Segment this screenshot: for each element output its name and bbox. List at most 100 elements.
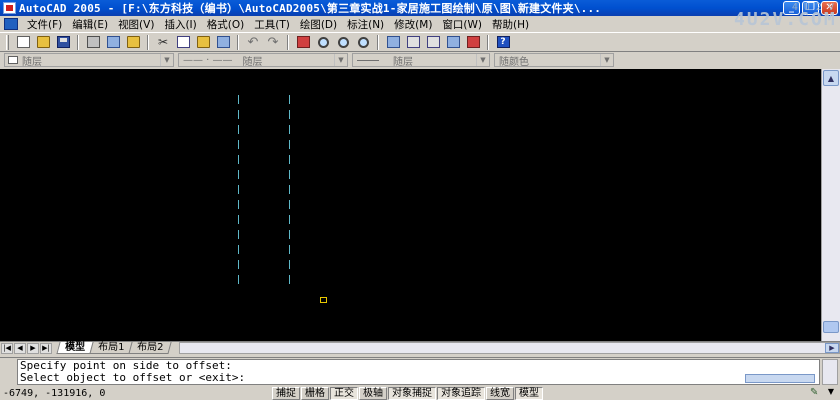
lineweight-value: 随层 [393, 56, 413, 68]
publish-button[interactable] [123, 34, 143, 51]
match-properties-button[interactable] [213, 34, 233, 51]
toolbar-separator [487, 34, 489, 50]
dbconnect-button[interactable] [443, 34, 463, 51]
print-icon [86, 36, 100, 48]
scroll-thumb[interactable] [823, 321, 839, 333]
menu-insert[interactable]: 插入(I) [159, 17, 201, 32]
last-tab-button[interactable]: ▶| [40, 342, 52, 354]
dbconnect-icon [446, 36, 460, 48]
window-title: AutoCAD 2005 - [F:\东方科技（编书）\AutoCAD2005\… [19, 2, 602, 15]
cut-button[interactable]: ✂ [153, 34, 173, 51]
chevron-down-icon[interactable]: ▼ [600, 54, 613, 66]
tool-palettes-button[interactable] [423, 34, 443, 51]
menu-view[interactable]: 视图(V) [113, 17, 159, 32]
menu-help[interactable]: 帮助(H) [487, 17, 534, 32]
polar-toggle[interactable]: 极轴 [359, 386, 387, 400]
zoom-realtime-button[interactable] [313, 34, 333, 51]
chevron-down-icon[interactable]: ▼ [334, 54, 347, 66]
tab-model[interactable]: 模型 [56, 342, 94, 354]
chevron-down-icon[interactable]: ▼ [476, 54, 489, 66]
horizontal-scrollbar[interactable]: ▶ [178, 342, 840, 354]
zoom-window-icon [337, 36, 349, 48]
drawing-canvas[interactable] [0, 69, 821, 341]
new-button[interactable] [13, 34, 33, 51]
undo-button[interactable]: ↶ [243, 34, 263, 51]
coordinate-readout[interactable]: -6749, -131916, 0 [0, 388, 272, 399]
open-button[interactable] [33, 34, 53, 51]
layer-combo[interactable]: 随层 ▼ [4, 53, 174, 68]
scroll-up-button[interactable]: ▲ [823, 70, 839, 86]
tab-layout1-label: 布局1 [98, 342, 125, 353]
ortho-toggle[interactable]: 正交 [330, 386, 358, 400]
new-icon [16, 36, 30, 48]
save-button[interactable] [53, 34, 73, 51]
chevron-down-icon[interactable]: ▼ [160, 54, 173, 66]
redo-button[interactable]: ↷ [263, 34, 283, 51]
color-swatch-icon [8, 56, 18, 64]
lineweight-toggle[interactable]: 线宽 [486, 386, 514, 400]
tool-palettes-icon [426, 36, 440, 48]
publish-icon [126, 36, 140, 48]
print-button[interactable] [83, 34, 103, 51]
menu-format[interactable]: 格式(O) [202, 17, 249, 32]
first-tab-button[interactable]: |◀ [1, 342, 13, 354]
status-menu-arrow-icon[interactable]: ▼ [828, 387, 834, 396]
toolbar-separator [77, 34, 79, 50]
toolbar-separator [147, 34, 149, 50]
document-icon[interactable] [4, 18, 18, 30]
toolbar-grip[interactable] [6, 34, 9, 50]
osnap-toggle[interactable]: 对象捕捉 [388, 386, 436, 400]
help-icon: ? [496, 36, 510, 48]
command-prompt: Select object to offset or <exit>: [20, 371, 246, 384]
paste-icon [196, 36, 210, 48]
communication-center-icon[interactable]: ✎ [810, 387, 822, 399]
menu-tools[interactable]: 工具(T) [249, 17, 295, 32]
markup-icon [466, 36, 480, 48]
help-button[interactable]: ? [493, 34, 513, 51]
zoom-previous-icon [357, 36, 369, 48]
save-icon [56, 36, 70, 48]
design-center-button[interactable] [403, 34, 423, 51]
plot-preview-icon [106, 36, 120, 48]
undo-icon: ↶ [247, 34, 259, 50]
zoom-window-button[interactable] [333, 34, 353, 51]
snap-toggle[interactable]: 捕捉 [272, 386, 300, 400]
drawing-svg [238, 95, 290, 289]
watermark-text: 4U2V.COM [734, 9, 837, 30]
menu-edit[interactable]: 编辑(E) [67, 17, 113, 32]
prev-tab-button[interactable]: ◀ [14, 342, 26, 354]
next-tab-button[interactable]: ▶ [27, 342, 39, 354]
autocad-app-icon[interactable] [3, 2, 16, 14]
command-scrollbar[interactable] [822, 359, 838, 385]
menu-draw[interactable]: 绘图(D) [295, 17, 342, 32]
tab-layout1[interactable]: 布局1 [89, 342, 133, 354]
menu-dimension[interactable]: 标注(N) [342, 17, 389, 32]
copy-button[interactable] [173, 34, 193, 51]
properties-button[interactable] [383, 34, 403, 51]
lineweight-combo[interactable]: 随层 ▼ [352, 53, 490, 68]
match-properties-icon [216, 36, 230, 48]
watermark-logo: 4 U 2 V 4U2V.COM [734, 2, 837, 36]
title-bar: AutoCAD 2005 - [F:\东方科技（编书）\AutoCAD2005\… [0, 0, 840, 16]
zoom-previous-button[interactable] [353, 34, 373, 51]
pan-button[interactable] [293, 34, 313, 51]
tab-layout2[interactable]: 布局2 [128, 342, 173, 354]
plot-preview-button[interactable] [103, 34, 123, 51]
menu-file[interactable]: 文件(F) [22, 17, 67, 32]
linetype-combo[interactable]: —— · —— 随层 ▼ [178, 53, 348, 68]
menu-bar: 文件(F) 编辑(E) 视图(V) 插入(I) 格式(O) 工具(T) 绘图(D… [0, 16, 840, 32]
command-scroll-thumb[interactable] [745, 374, 815, 383]
command-history[interactable]: Specify point on side to offset: Select … [17, 359, 820, 385]
paste-button[interactable] [193, 34, 213, 51]
otrack-toggle[interactable]: 对象追踪 [437, 386, 485, 400]
markup-button[interactable] [463, 34, 483, 51]
grid-toggle[interactable]: 栅格 [301, 386, 329, 400]
menu-window[interactable]: 窗口(W) [437, 17, 487, 32]
scroll-right-button[interactable]: ▶ [825, 343, 839, 353]
model-toggle[interactable]: 模型 [515, 386, 543, 400]
plot-style-combo[interactable]: 随颜色 ▼ [494, 53, 614, 68]
zoom-realtime-icon [317, 36, 329, 48]
vertical-scrollbar[interactable]: ▲ ▼ [821, 69, 840, 341]
menu-modify[interactable]: 修改(M) [389, 17, 437, 32]
properties-toolbar: 随层 ▼ —— · —— 随层 ▼ 随层 ▼ 随颜色 ▼ [0, 52, 840, 68]
